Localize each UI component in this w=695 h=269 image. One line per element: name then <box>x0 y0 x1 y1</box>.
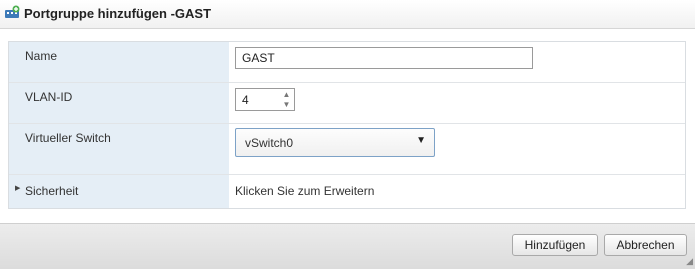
dialog-content: Name VLAN-ID 4 ▲ ▼ Virtueller Switch vSw… <box>0 29 695 223</box>
name-label: Name <box>25 49 58 63</box>
security-label[interactable]: Sicherheit <box>25 184 78 198</box>
vlan-id-stepper[interactable]: 4 ▲ ▼ <box>235 88 295 111</box>
name-input[interactable] <box>235 47 533 69</box>
portgroup-icon <box>4 5 20 21</box>
add-button[interactable]: Hinzufügen <box>512 234 598 256</box>
switch-label: Virtueller Switch <box>25 131 111 145</box>
name-label-cell: Name <box>9 42 229 82</box>
security-row[interactable]: ▶ Sicherheit Klicken Sie zum Erweitern <box>9 175 685 208</box>
security-expand-hint[interactable]: Klicken Sie zum Erweitern <box>235 184 374 198</box>
vlan-label: VLAN-ID <box>25 90 73 104</box>
dropdown-arrow-icon: ▼ <box>416 135 426 146</box>
dialog-titlebar: Portgruppe hinzufügen -GAST <box>0 0 695 29</box>
security-label-cell[interactable]: ▶ Sicherheit <box>9 175 229 208</box>
virtual-switch-select[interactable]: vSwitch0 ▼ <box>235 128 435 157</box>
vlan-label-cell: VLAN-ID <box>9 83 229 123</box>
vlan-id-value[interactable]: 4 <box>242 93 249 107</box>
dialog-footer: Hinzufügen Abbrechen ◢ <box>0 223 695 269</box>
portgroup-form: Name VLAN-ID 4 ▲ ▼ Virtueller Switch vSw… <box>8 41 686 209</box>
dialog-title: Portgruppe hinzufügen -GAST <box>24 6 212 21</box>
vlan-row: VLAN-ID 4 ▲ ▼ <box>9 83 685 124</box>
stepper-down-icon[interactable]: ▼ <box>280 100 293 110</box>
switch-label-cell: Virtueller Switch <box>9 124 229 174</box>
resize-grip-icon[interactable]: ◢ <box>686 256 693 267</box>
expand-triangle-icon[interactable]: ▶ <box>15 184 20 192</box>
cancel-button[interactable]: Abbrechen <box>604 234 687 256</box>
name-row: Name <box>9 42 685 83</box>
stepper-up-icon[interactable]: ▲ <box>280 90 293 100</box>
virtual-switch-value: vSwitch0 <box>245 136 294 150</box>
switch-row: Virtueller Switch vSwitch0 ▼ <box>9 124 685 175</box>
